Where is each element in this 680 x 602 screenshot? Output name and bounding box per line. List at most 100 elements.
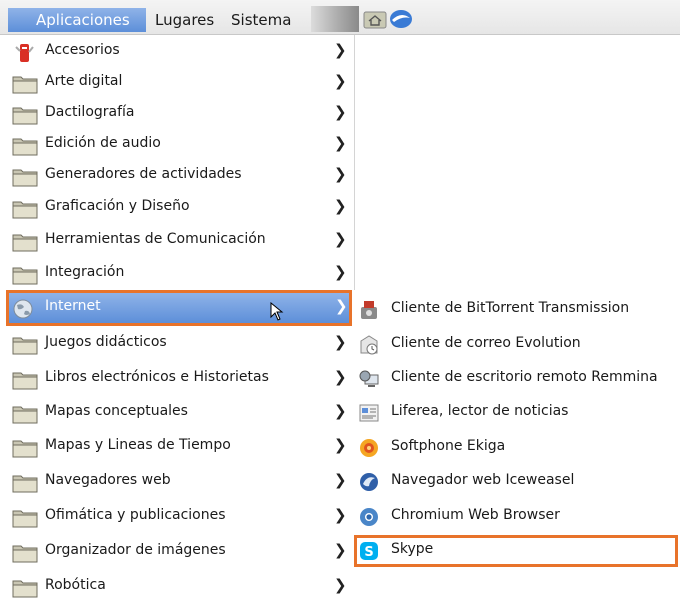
menu-item-label: Juegos didácticos (45, 334, 167, 350)
folder-icon (12, 510, 38, 528)
menu-item-navegadores-web[interactable]: Navegadores web ❯ (4, 467, 354, 497)
menu-item-mapas-conceptuales[interactable]: Mapas conceptuales ❯ (4, 398, 354, 428)
menu-item-label: Dactilografía (45, 104, 135, 120)
folder-icon (12, 406, 38, 424)
submenu-item-label: Cliente de BitTorrent Transmission (391, 300, 630, 316)
submenu-item-transmission[interactable]: Cliente de BitTorrent Transmission (354, 294, 680, 326)
ekiga-icon (360, 439, 378, 457)
menu-item-label: Graficación y Diseño (45, 198, 190, 214)
remmina-icon (359, 370, 379, 387)
folder-icon (12, 475, 38, 493)
chevron-right-icon: ❯ (334, 230, 347, 248)
web-browser-launcher-icon[interactable] (388, 8, 414, 30)
chevron-right-icon: ❯ (334, 41, 347, 59)
folder-icon (12, 440, 38, 458)
submenu-item-label: Skype (391, 541, 434, 557)
folder-icon (12, 267, 38, 285)
chevron-right-icon: ❯ (334, 402, 347, 420)
chevron-right-icon: ❯ (334, 72, 347, 90)
menu-item-label: Internet (45, 298, 101, 314)
iceweasel-icon (360, 473, 378, 491)
chevron-right-icon: ❯ (334, 541, 347, 559)
places-menu[interactable]: Lugares (150, 8, 219, 32)
menu-item-accesorios[interactable]: Accesorios ❯ (4, 37, 354, 67)
applications-menu[interactable]: Aplicaciones (8, 8, 146, 32)
menu-item-label: Ofimática y publicaciones (45, 507, 226, 523)
chromium-icon (360, 508, 378, 526)
chevron-right-icon: ❯ (334, 471, 347, 489)
submenu-item-chromium[interactable]: Chromium Web Browser (354, 501, 680, 533)
chevron-right-icon: ❯ (334, 333, 347, 351)
evolution-icon (360, 335, 378, 355)
submenu-item-label: Liferea, lector de noticias (391, 403, 569, 419)
submenu-item-skype[interactable]: S Skype (354, 535, 678, 567)
folder-icon (12, 138, 38, 156)
menu-item-herramientas-de-comunicacion[interactable]: Herramientas de Comunicación ❯ (4, 226, 354, 256)
submenu-item-ekiga[interactable]: Softphone Ekiga (354, 432, 680, 464)
menu-item-juegos-didacticos[interactable]: Juegos didácticos ❯ (4, 329, 354, 359)
chevron-right-icon: ❯ (334, 197, 347, 215)
folder-icon (12, 337, 38, 355)
menu-item-ofimatica[interactable]: Ofimática y publicaciones ❯ (4, 502, 354, 532)
menu-item-internet[interactable]: Internet ❯ (6, 290, 352, 326)
skype-icon: S (360, 542, 378, 560)
menu-item-label: Mapas y Lineas de Tiempo (45, 437, 231, 453)
chevron-right-icon: ❯ (334, 134, 347, 152)
menu-item-graficacion-y-diseno[interactable]: Graficación y Diseño ❯ (4, 193, 354, 223)
submenu-item-liferea[interactable]: Liferea, lector de noticias (354, 397, 680, 429)
folder-icon (12, 234, 38, 252)
panel-separator (311, 6, 359, 32)
menu-item-arte-digital[interactable]: Arte digital ❯ (4, 68, 354, 98)
submenu-item-label: Cliente de escritorio remoto Remmina (391, 369, 658, 385)
chevron-right-icon: ❯ (334, 436, 347, 454)
menu-item-generadores-de-actividades[interactable]: Generadores de actividades ❯ (4, 161, 354, 191)
menu-item-edicion-de-audio[interactable]: Edición de audio ❯ (4, 130, 354, 160)
folder-icon (12, 201, 38, 219)
menu-item-label: Herramientas de Comunicación (45, 231, 266, 247)
chevron-right-icon: ❯ (335, 297, 348, 315)
internet-submenu: Cliente de BitTorrent Transmission Clien… (354, 290, 680, 596)
folder-icon (12, 107, 38, 125)
submenu-item-iceweasel[interactable]: Navegador web Iceweasel (354, 466, 680, 498)
menu-item-label: Mapas conceptuales (45, 403, 188, 419)
top-panel: Aplicaciones Lugares Sistema (0, 0, 680, 35)
submenu-item-label: Navegador web Iceweasel (391, 472, 575, 488)
menu-item-libros-electronicos[interactable]: Libros electrónicos e Historietas ❯ (4, 364, 354, 394)
submenu-item-remmina[interactable]: Cliente de escritorio remoto Remmina (354, 363, 680, 395)
menu-item-robotica[interactable]: Robótica ❯ (4, 572, 354, 602)
folder-icon (12, 76, 38, 94)
submenu-item-label: Cliente de correo Evolution (391, 335, 581, 351)
chevron-right-icon: ❯ (334, 368, 347, 386)
menu-item-organizador-de-imagenes[interactable]: Organizador de imágenes ❯ (4, 537, 354, 567)
menu-item-mapas-y-lineas-de-tiempo[interactable]: Mapas y Lineas de Tiempo ❯ (4, 432, 354, 462)
menu-item-label: Libros electrónicos e Historietas (45, 369, 269, 385)
liferea-icon (359, 404, 379, 422)
submenu-item-label: Softphone Ekiga (391, 438, 506, 454)
chevron-right-icon: ❯ (334, 103, 347, 121)
menu-item-label: Arte digital (45, 73, 123, 89)
chevron-right-icon: ❯ (334, 263, 347, 281)
globe-icon (13, 299, 33, 319)
transmission-icon (361, 301, 377, 319)
chevron-right-icon: ❯ (334, 576, 347, 594)
menu-item-dactilografia[interactable]: Dactilografía ❯ (4, 99, 354, 129)
home-folder-icon[interactable] (363, 9, 387, 29)
menu-item-label: Navegadores web (45, 472, 171, 488)
menu-item-label: Organizador de imágenes (45, 542, 226, 558)
menu-item-label: Generadores de actividades (45, 166, 242, 182)
submenu-item-evolution[interactable]: Cliente de correo Evolution (354, 329, 680, 361)
menu-item-label: Integración (45, 264, 125, 280)
accessories-icon (15, 44, 34, 62)
system-menu[interactable]: Sistema (226, 8, 296, 32)
mouse-pointer-icon (270, 302, 284, 321)
applications-menu-panel: Accesorios ❯ Arte digital ❯ Dactilografí… (4, 35, 355, 598)
menu-item-label: Robótica (45, 577, 106, 593)
menu-item-label: Edición de audio (45, 135, 161, 151)
chevron-right-icon: ❯ (334, 506, 347, 524)
chevron-right-icon: ❯ (334, 165, 347, 183)
folder-icon (12, 545, 38, 563)
menu-item-integracion[interactable]: Integración ❯ (4, 259, 354, 289)
folder-icon (12, 372, 38, 390)
svg-text:S: S (364, 545, 373, 560)
folder-icon (12, 580, 38, 598)
